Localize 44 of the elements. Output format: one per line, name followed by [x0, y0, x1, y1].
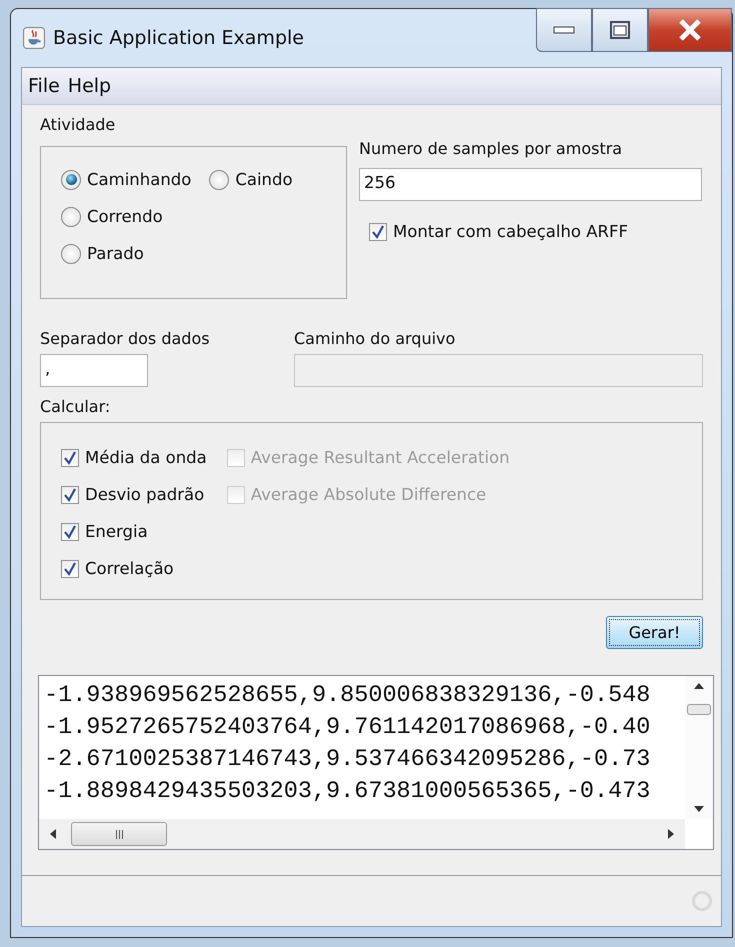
- close-icon: [677, 19, 703, 41]
- checkbox-option[interactable]: Desvio padrão: [61, 476, 207, 513]
- window-title: Basic Application Example: [53, 27, 304, 49]
- scroll-right-icon: [667, 828, 675, 840]
- scroll-thumb[interactable]: [687, 704, 711, 715]
- group-label: Calcular:: [40, 397, 112, 416]
- close-button[interactable]: [648, 8, 732, 52]
- field-label: Separador dos dados: [40, 329, 211, 348]
- radio-option[interactable]: Parado: [61, 235, 192, 272]
- radio-option[interactable]: Caminhando: [61, 161, 192, 198]
- field-label: Numero de samples por amostra: [359, 139, 624, 158]
- scroll-down-icon: [693, 805, 705, 813]
- output-line: -1.8898429435503203,9.67381000565365,-0.473: [44, 777, 652, 807]
- radio-option[interactable]: Caindo: [209, 161, 293, 198]
- scroll-left-icon: [49, 828, 57, 840]
- output-line: -2.6710025387146743,9.537466342095286,-0.73: [44, 745, 652, 775]
- field-label: Caminho do arquivo: [294, 329, 456, 348]
- checkmark-icon: [63, 450, 77, 464]
- minimize-icon: [553, 26, 575, 34]
- checkmark-icon: [63, 488, 77, 502]
- group-label: Atividade: [40, 115, 116, 134]
- maximize-icon: [609, 21, 631, 39]
- samples-field[interactable]: 256: [359, 168, 702, 201]
- minimize-button[interactable]: [536, 8, 592, 52]
- menu-item[interactable]: Help: [68, 75, 112, 97]
- checkmark-icon: [63, 524, 77, 538]
- horizontal-scrollbar[interactable]: [39, 819, 685, 849]
- radio-option[interactable]: Correndo: [61, 198, 192, 235]
- checkbox-option[interactable]: Energia: [61, 513, 207, 550]
- generate-button[interactable]: Gerar!: [606, 616, 703, 649]
- checkbox-option[interactable]: Montar com cabeçalho ARFF: [369, 213, 702, 250]
- checkmark-icon: [371, 224, 385, 238]
- scroll-up-icon: [693, 682, 705, 690]
- output-line: -1.9527265752403764,9.761142017086968,-0.40: [44, 713, 652, 743]
- maximize-button[interactable]: [592, 8, 648, 52]
- output-line: -1.938969562528655,9.850006838329136,-0.548: [44, 681, 652, 711]
- menu-item[interactable]: File: [28, 75, 60, 97]
- scroll-thumb[interactable]: [71, 822, 167, 846]
- checkbox-option[interactable]: Correlação: [61, 550, 207, 587]
- vertical-scrollbar[interactable]: [685, 676, 713, 819]
- coffee-cup-icon: [23, 27, 45, 49]
- checkbox-option[interactable]: Média da onda: [61, 439, 207, 476]
- separator-field[interactable]: ,: [40, 354, 148, 387]
- checkmark-icon: [63, 562, 77, 576]
